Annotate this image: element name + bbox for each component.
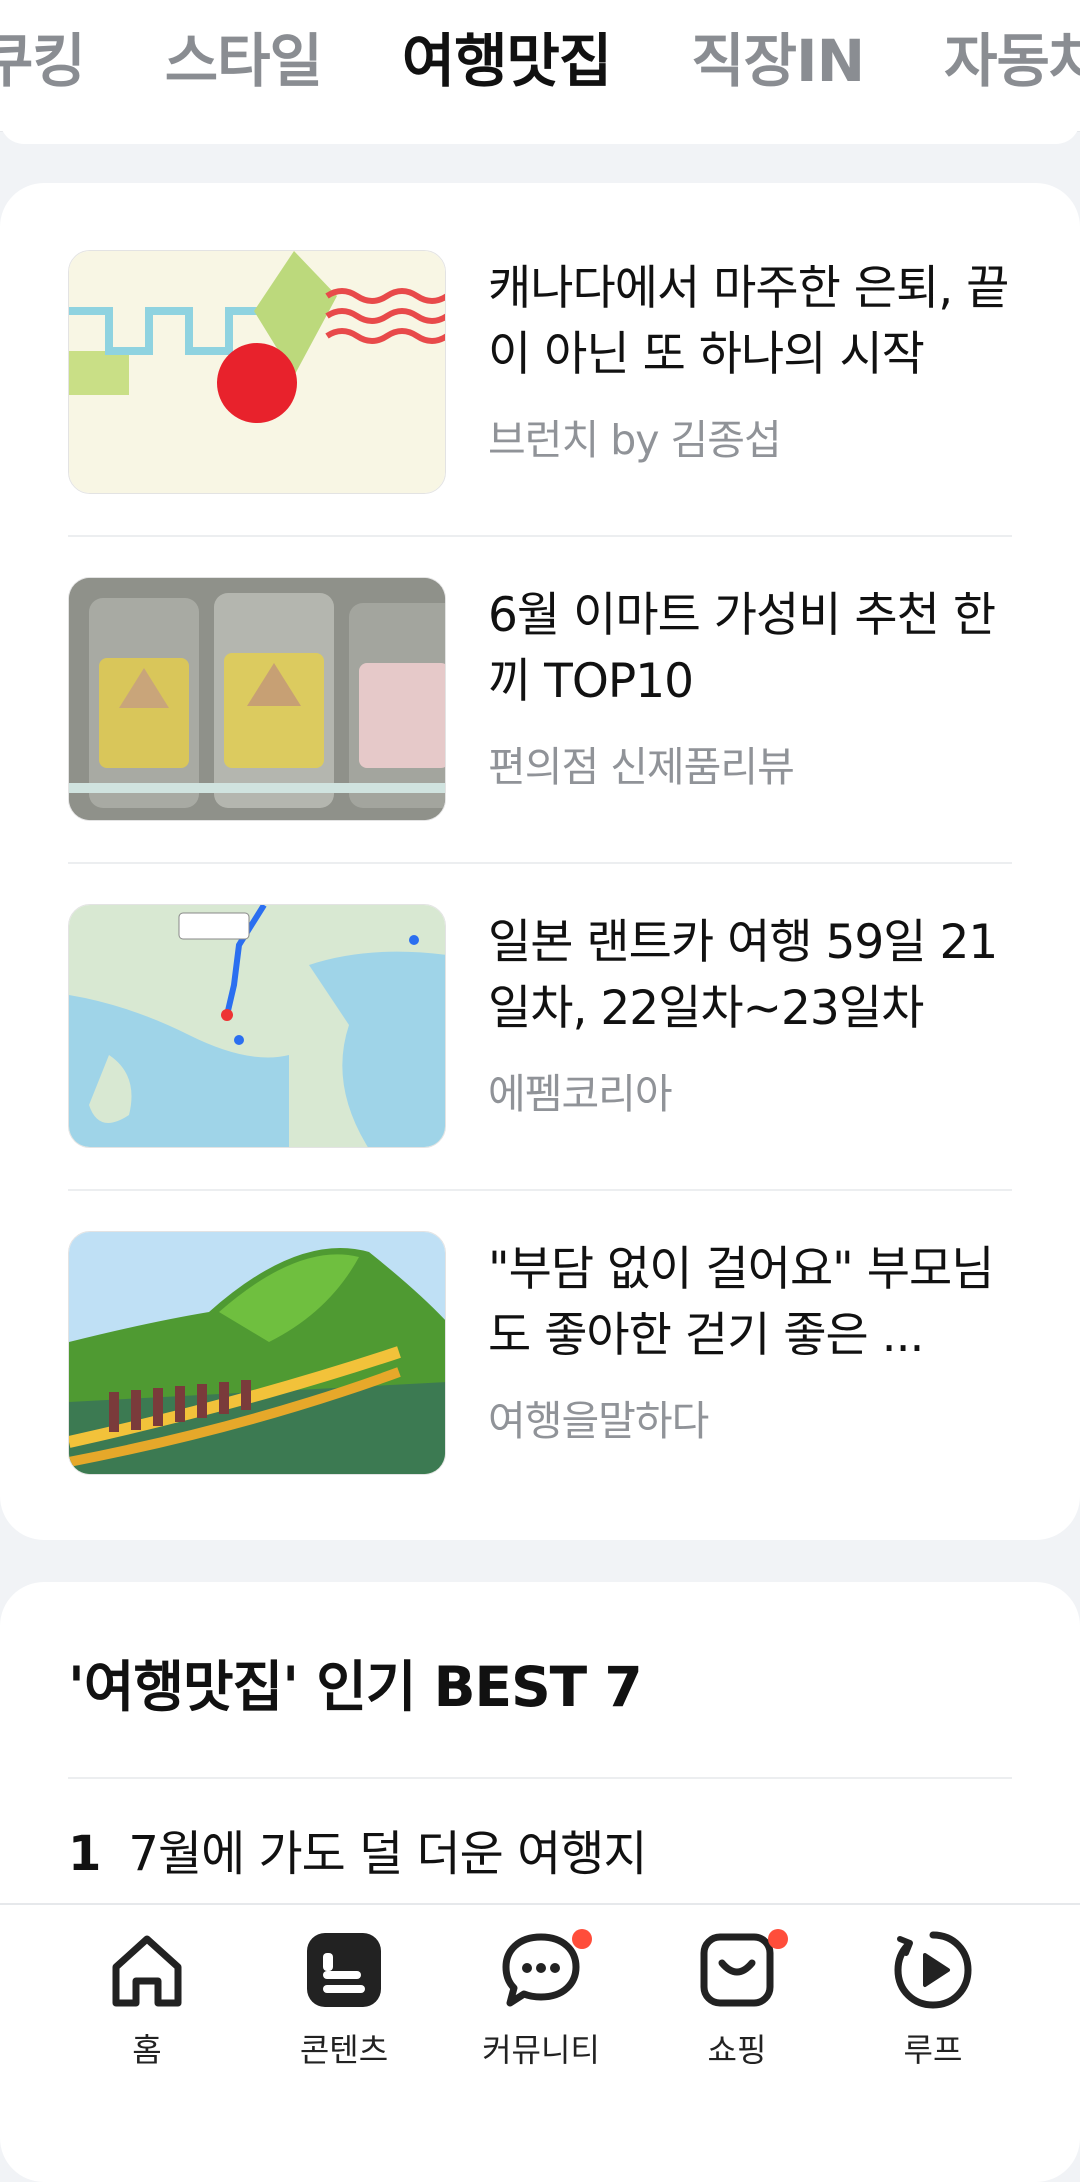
article-item[interactable]: 6월 이마트 가성비 추천 한끼 TOP10 편의점 신제품리뷰 bbox=[68, 577, 1012, 827]
article-source: 여행을말하다 bbox=[488, 1397, 709, 1445]
best-section-title: '여행맛집' 인기 BEST 7 bbox=[68, 1655, 643, 1719]
divider bbox=[68, 1189, 1012, 1191]
article-title: "부담 없이 걸어요" 부모님도 좋아한 걷기 좋은 ... bbox=[488, 1242, 994, 1363]
tab-label: 자동차 bbox=[944, 27, 1080, 95]
article-source: 에펨코리아 bbox=[488, 1070, 673, 1118]
tab-car[interactable]: 자동차 bbox=[904, 0, 1080, 131]
best-item[interactable]: 1 7월에 가도 덜 더운 여행지 bbox=[68, 1814, 648, 1884]
tab-workplace[interactable]: 직장IN bbox=[651, 0, 904, 131]
abstract-art-thumbnail bbox=[68, 250, 446, 494]
nav-shopping[interactable]: 쇼핑 bbox=[662, 1925, 812, 2071]
article-item[interactable]: 캐나다에서 마주한 은퇴, 끝이 아닌 또 하나의 시작 브런치 by 김종섭 bbox=[68, 250, 1012, 500]
nav-community[interactable]: 커뮤니티 bbox=[466, 1925, 616, 2071]
best-ranking-card: '여행맛집' 인기 BEST 7 1 7월에 가도 덜 더운 여행지 bbox=[0, 1582, 1080, 2182]
tab-label: 여행맛집 bbox=[401, 27, 612, 95]
previous-card-edge bbox=[0, 120, 1080, 144]
article-title: 6월 이마트 가성비 추천 한끼 TOP10 bbox=[488, 588, 996, 709]
chat-bubble-icon bbox=[496, 1925, 592, 2015]
article-title: 캐나다에서 마주한 은퇴, 끝이 아닌 또 하나의 시작 bbox=[488, 261, 1009, 382]
nav-label: 루프 bbox=[903, 2031, 963, 2069]
divider bbox=[68, 1777, 1012, 1779]
home-icon bbox=[102, 1925, 192, 2015]
best-rank: 1 bbox=[68, 1826, 101, 1882]
nav-label: 쇼핑 bbox=[707, 2031, 767, 2069]
category-tab-bar: 쿠킹 스타일 여행맛집 직장IN 자동차 bbox=[0, 0, 1080, 132]
nav-contents[interactable]: 콘텐츠 bbox=[269, 1925, 419, 2071]
triangle-kimbap-thumbnail bbox=[68, 577, 446, 821]
article-title: 일본 랜트카 여행 59일 21일차, 22일차~23일차 bbox=[488, 915, 998, 1036]
suspension-bridge-thumbnail bbox=[68, 1231, 446, 1475]
article-item[interactable]: 일본 랜트카 여행 59일 21일차, 22일차~23일차 에펨코리아 bbox=[68, 904, 1012, 1154]
bottom-navigation: 홈 콘텐츠 커뮤니티 쇼핑 루프 bbox=[0, 1903, 1080, 2071]
nav-label: 홈 bbox=[132, 2031, 162, 2069]
tab-label: 쿠킹 bbox=[0, 27, 86, 95]
nav-label: 콘텐츠 bbox=[299, 2031, 389, 2069]
divider bbox=[68, 862, 1012, 864]
article-source: 편의점 신제품리뷰 bbox=[488, 743, 795, 791]
nav-label: 커뮤니티 bbox=[482, 2031, 600, 2069]
tab-style[interactable]: 스타일 bbox=[125, 0, 362, 131]
tab-label: 스타일 bbox=[164, 27, 323, 95]
nav-loop[interactable]: 루프 bbox=[858, 1925, 1008, 2071]
contents-icon bbox=[299, 1925, 389, 2015]
tab-label: 직장IN bbox=[691, 27, 865, 95]
play-loop-icon bbox=[888, 1925, 978, 2015]
map-route-thumbnail bbox=[68, 904, 446, 1148]
best-item-text: 7월에 가도 덜 더운 여행지 bbox=[128, 1826, 647, 1882]
shopping-bag-icon bbox=[692, 1925, 788, 2015]
article-source: 브런치 by 김종섭 bbox=[488, 416, 782, 464]
article-feed-card: 캐나다에서 마주한 은퇴, 끝이 아닌 또 하나의 시작 브런치 by 김종섭 bbox=[0, 183, 1080, 1540]
article-item[interactable]: "부담 없이 걸어요" 부모님도 좋아한 걷기 좋은 ... 여행을말하다 bbox=[68, 1231, 1012, 1481]
notification-dot bbox=[572, 1929, 592, 1949]
nav-home[interactable]: 홈 bbox=[72, 1925, 222, 2071]
category-tab-row: 쿠킹 스타일 여행맛집 직장IN 자동차 bbox=[0, 0, 1080, 131]
divider bbox=[68, 535, 1012, 537]
tab-cooking[interactable]: 쿠킹 bbox=[0, 0, 125, 131]
tab-travel-food[interactable]: 여행맛집 bbox=[362, 0, 651, 131]
notification-dot bbox=[768, 1929, 788, 1949]
